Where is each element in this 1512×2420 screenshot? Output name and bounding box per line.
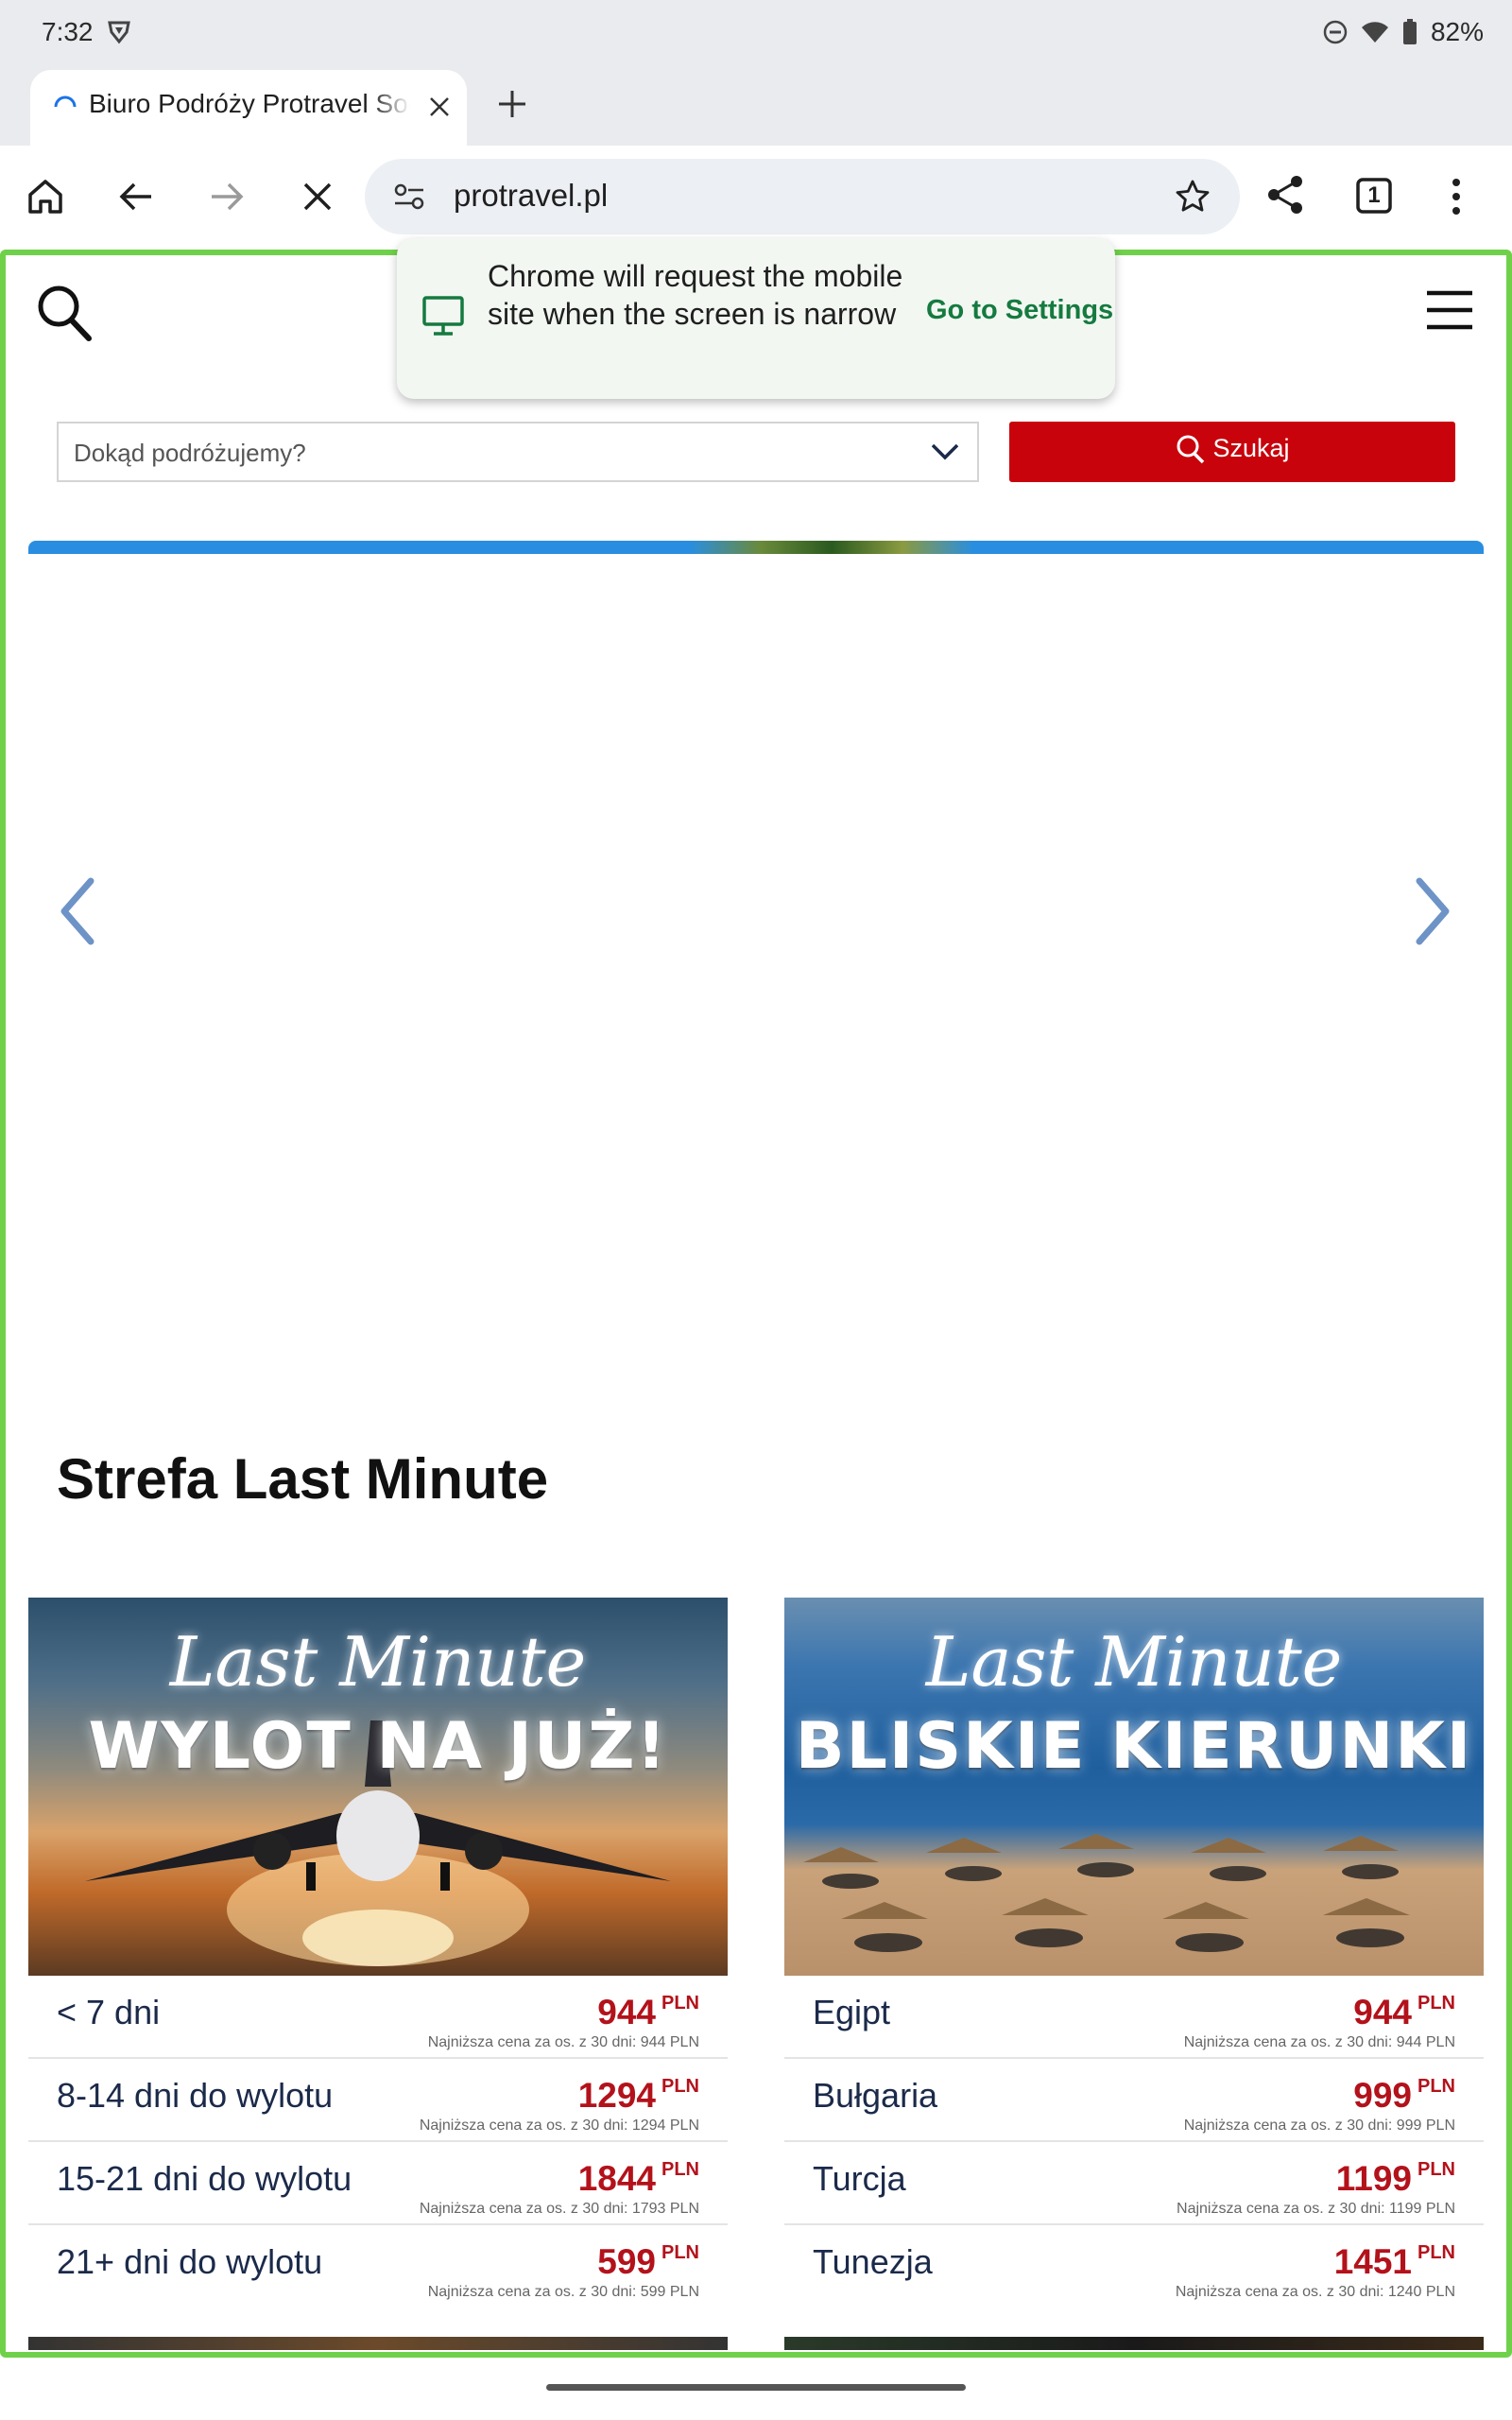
- more-menu-icon[interactable]: [1450, 176, 1463, 217]
- hamburger-menu-icon[interactable]: [1425, 289, 1474, 331]
- offer-price: 1199 PLN: [1335, 2159, 1455, 2198]
- list-item[interactable]: Bułgaria 999 PLN Najniższa cena za os. z …: [784, 2059, 1484, 2142]
- url-text: protravel.pl: [454, 178, 609, 213]
- hero-banner-top: [28, 541, 1484, 554]
- tab-title: Biuro Podróży Protravel Social: [89, 89, 410, 118]
- search-button-label: Szukaj: [1212, 434, 1290, 462]
- offer-price: 999 PLN: [1353, 2076, 1455, 2115]
- wifi-icon: [1361, 20, 1389, 44]
- lowest-price-note: Najniższa cena za os. z 30 dni: 1199 PLN: [1177, 2201, 1455, 2217]
- offer-label: 15-21 dni do wylotu: [57, 2159, 352, 2198]
- desktop-monitor-icon: [421, 295, 465, 337]
- offer-price: 599 PLN: [597, 2242, 699, 2281]
- offer-price: 944 PLN: [1353, 1993, 1455, 2031]
- forward-icon[interactable]: [206, 176, 248, 217]
- next-banner-peek: [784, 2337, 1484, 2350]
- slider-next-arrow-icon[interactable]: [1412, 875, 1455, 947]
- card-wylot-script: Last Minute: [169, 1622, 587, 1702]
- battery-icon: [1402, 19, 1418, 45]
- card-bliskie-image[interactable]: Last Minute BLISKIE KIERUNKI: [784, 1598, 1484, 1976]
- lowest-price-note: Najniższa cena za os. z 30 dni: 944 PLN: [427, 2034, 699, 2050]
- popup-message: Chrome will request the mobile site when…: [488, 259, 903, 331]
- offer-label: < 7 dni: [57, 1993, 161, 2031]
- close-tab-icon[interactable]: [427, 95, 452, 119]
- loading-spinner-icon: [51, 93, 79, 121]
- section-title: Strefa Last Minute: [57, 1447, 549, 1511]
- home-icon[interactable]: [25, 176, 66, 217]
- lowest-price-note: Najniższa cena za os. z 30 dni: 944 PLN: [1183, 2034, 1455, 2050]
- list-item[interactable]: < 7 dni 944 PLN Najniższa cena za os. z 3…: [28, 1976, 728, 2059]
- offer-price: 1451 PLN: [1333, 2242, 1455, 2281]
- back-icon[interactable]: [115, 176, 157, 217]
- offer-label: Tunezja: [813, 2242, 933, 2281]
- card-bliskie-headline: BLISKIE KIERUNKI: [795, 1709, 1473, 1784]
- search-icon[interactable]: [36, 284, 93, 342]
- next-banner-peek: [28, 2337, 728, 2350]
- destination-placeholder: Dokąd podróżujemy?: [74, 439, 306, 467]
- vpn-shield-icon: [106, 19, 132, 45]
- status-bar: 7:32 82%: [0, 0, 1512, 68]
- card-wylot-headline: WYLOT NA JUŻ!: [88, 1709, 668, 1784]
- offer-price: 1294 PLN: [577, 2076, 699, 2115]
- list-item[interactable]: Turcja 1199 PLN Najniższa cena za os. z 3…: [784, 2142, 1484, 2225]
- list-item[interactable]: Tunezja 1451 PLN Najniższa cena za os. z …: [784, 2225, 1484, 2308]
- lowest-price-note: Najniższa cena za os. z 30 dni: 1793 PLN: [419, 2201, 699, 2217]
- offer-label: 21+ dni do wylotu: [57, 2242, 323, 2281]
- tab-count: 1: [1367, 182, 1381, 208]
- offer-label: Bułgaria: [813, 2076, 938, 2115]
- card-wylot-image[interactable]: Last Minute WYLOT NA JUŻ!: [28, 1598, 728, 1976]
- offer-label: 8-14 dni do wylotu: [57, 2076, 334, 2115]
- search-submit-button[interactable]: Szukaj: [1009, 422, 1455, 482]
- card-bliskie-script: Last Minute: [925, 1622, 1343, 1702]
- gesture-nav-handle[interactable]: [546, 2384, 966, 2391]
- desktop-site-popup: Chrome will request the mobile site when…: [397, 238, 1115, 399]
- browser-tab[interactable]: Biuro Podróży Protravel Social: [30, 70, 467, 146]
- chevron-down-icon: [930, 441, 960, 463]
- offer-label: Egipt: [813, 1993, 891, 2031]
- bookmark-star-icon[interactable]: [1174, 178, 1211, 216]
- lowest-price-note: Najniższa cena za os. z 30 dni: 599 PLN: [427, 2284, 699, 2300]
- battery-percent: 82%: [1430, 17, 1484, 46]
- slider-prev-arrow-icon[interactable]: [55, 875, 98, 947]
- stop-loading-icon[interactable]: [299, 178, 336, 216]
- site-settings-icon[interactable]: [393, 182, 427, 212]
- go-to-settings-link[interactable]: Go to Settings: [926, 295, 1113, 326]
- offer-price: 1844 PLN: [577, 2159, 699, 2198]
- offer-label: Turcja: [813, 2159, 906, 2198]
- new-tab-icon[interactable]: [495, 87, 529, 121]
- status-time: 7:32: [42, 17, 94, 46]
- lowest-price-note: Najniższa cena za os. z 30 dni: 1294 PLN: [419, 2118, 699, 2134]
- hero-slider: [28, 554, 1484, 1367]
- list-item[interactable]: 8-14 dni do wylotu 1294 PLN Najniższa cen…: [28, 2059, 728, 2142]
- search-button-icon: [1177, 435, 1205, 463]
- offer-price: 944 PLN: [597, 1993, 699, 2031]
- address-bar[interactable]: protravel.pl: [365, 159, 1240, 234]
- list-item[interactable]: Egipt 944 PLN Najniższa cena za os. z 30 …: [784, 1976, 1484, 2059]
- list-item[interactable]: 15-21 dni do wylotu 1844 PLN Najniższa ce…: [28, 2142, 728, 2225]
- list-item[interactable]: 21+ dni do wylotu 599 PLN Najniższa cena …: [28, 2225, 728, 2308]
- status-icons: 82%: [1323, 17, 1484, 47]
- destination-select[interactable]: Dokąd podróżujemy?: [57, 422, 979, 482]
- lowest-price-note: Najniższa cena za os. z 30 dni: 999 PLN: [1183, 2118, 1455, 2134]
- do-not-disturb-icon: [1323, 20, 1348, 44]
- lowest-price-note: Najniższa cena za os. z 30 dni: 1240 PLN: [1175, 2284, 1455, 2300]
- share-icon[interactable]: [1264, 174, 1306, 216]
